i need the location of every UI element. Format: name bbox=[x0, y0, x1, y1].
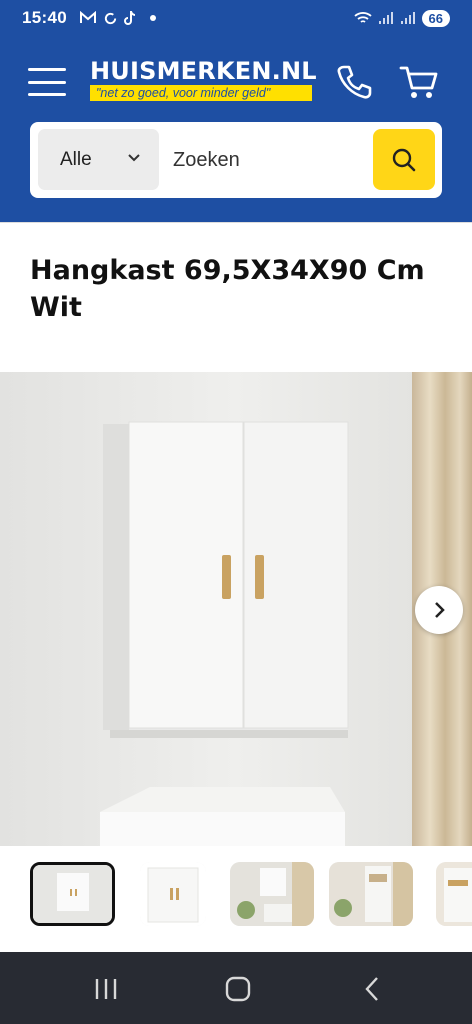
battery-indicator: 66 bbox=[421, 9, 450, 27]
next-image-button[interactable] bbox=[415, 586, 463, 634]
thumbnail-image bbox=[140, 862, 206, 926]
product-title: Hangkast 69,5X34X90 Cm Wit bbox=[30, 255, 425, 323]
thumbnail-3[interactable] bbox=[230, 862, 314, 926]
home-icon bbox=[225, 976, 251, 1002]
logo-tagline: "net zo goed, voor minder geld" bbox=[90, 85, 312, 101]
back-button[interactable] bbox=[352, 972, 392, 1006]
hamburger-icon-line bbox=[28, 68, 66, 71]
category-select[interactable]: Alle bbox=[38, 129, 159, 190]
hamburger-icon-line bbox=[28, 93, 66, 96]
thumbnail-image bbox=[230, 862, 314, 926]
tiktok-icon bbox=[124, 10, 136, 25]
system-nav-bar bbox=[0, 952, 472, 1024]
phone-icon bbox=[337, 65, 372, 99]
thumbnail-strip bbox=[0, 846, 472, 950]
search-input[interactable] bbox=[173, 136, 363, 184]
search-button[interactable] bbox=[373, 129, 435, 190]
cart-icon bbox=[399, 66, 438, 98]
thumbnail-2[interactable] bbox=[140, 862, 206, 926]
category-select-value: Alle bbox=[60, 148, 92, 170]
status-time: 15:40 bbox=[22, 8, 67, 27]
product-image[interactable] bbox=[0, 372, 472, 846]
site-header: HUISMERKEN.NL "net zo goed, voor minder … bbox=[0, 36, 472, 222]
back-icon bbox=[365, 977, 378, 1001]
recent-apps-icon bbox=[95, 979, 117, 999]
logo-title: HUISMERKEN.NL bbox=[90, 57, 317, 85]
wifi-icon bbox=[353, 12, 372, 23]
header-divider bbox=[0, 222, 472, 223]
notification-icons bbox=[79, 10, 156, 26]
home-button[interactable] bbox=[218, 972, 258, 1006]
dot-icon bbox=[149, 15, 156, 21]
recent-apps-button[interactable] bbox=[86, 972, 126, 1006]
signal-icon bbox=[378, 12, 393, 24]
signal-icon-2 bbox=[400, 12, 415, 24]
chevron-right-icon bbox=[435, 602, 445, 618]
phone-button[interactable] bbox=[334, 62, 374, 102]
system-icons: 66 bbox=[353, 9, 450, 27]
thumbnail-image bbox=[33, 865, 112, 923]
thumbnail-image bbox=[329, 862, 413, 926]
chevron-down-icon bbox=[128, 154, 140, 162]
thumbnail-5[interactable] bbox=[436, 862, 472, 926]
thumbnail-image bbox=[436, 862, 472, 926]
hamburger-icon-line bbox=[28, 80, 66, 84]
sync-icon bbox=[104, 12, 117, 24]
cabinet-photo bbox=[0, 372, 472, 846]
site-logo[interactable]: HUISMERKEN.NL "net zo goed, voor minder … bbox=[90, 57, 317, 101]
thumbnail-4[interactable] bbox=[329, 862, 413, 926]
mail-icon bbox=[79, 11, 96, 23]
search-bar: Alle bbox=[30, 122, 442, 198]
cart-button[interactable] bbox=[398, 62, 440, 102]
status-bar: 15:40 66 bbox=[0, 0, 472, 36]
menu-button[interactable] bbox=[28, 68, 66, 96]
search-icon bbox=[392, 148, 416, 171]
thumbnail-1[interactable] bbox=[30, 862, 115, 926]
